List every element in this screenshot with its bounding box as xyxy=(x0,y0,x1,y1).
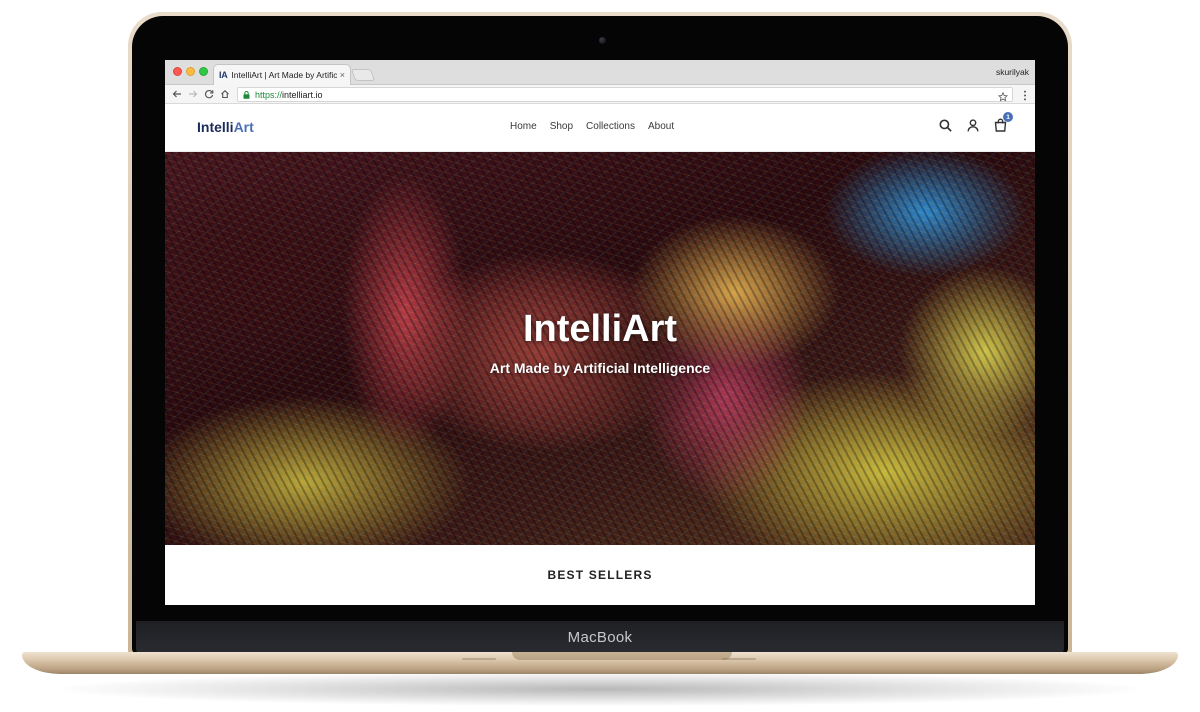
logo-part-1: Intelli xyxy=(197,119,234,135)
main-nav: Home Shop Collections About xyxy=(510,121,674,132)
cart-count-badge: 1 xyxy=(1003,112,1013,122)
laptop-shadow xyxy=(60,672,1140,706)
address-bar[interactable]: https:// intelliart.io xyxy=(237,87,1013,102)
window-minimize-button[interactable] xyxy=(186,67,195,76)
browser-tabstrip: IA IntelliArt | Art Made by Artificial I… xyxy=(165,60,1035,85)
laptop-chin: MacBook xyxy=(136,621,1064,653)
header-icons: 1 xyxy=(939,112,1013,132)
lock-icon xyxy=(243,90,250,99)
favicon-icon: IA xyxy=(219,70,228,80)
nav-link-about[interactable]: About xyxy=(648,121,674,132)
laptop-vent xyxy=(462,658,496,660)
site-header: IntelliArt Home Shop Collections About 1 xyxy=(165,104,1035,152)
search-icon[interactable] xyxy=(939,119,952,132)
new-tab-button[interactable] xyxy=(350,69,376,81)
browser-profile-name[interactable]: skurilyak xyxy=(996,67,1029,77)
forward-icon[interactable] xyxy=(186,87,200,101)
laptop-base xyxy=(22,652,1178,674)
browser-tab-active[interactable]: IA IntelliArt | Art Made by Artificial I… xyxy=(213,64,351,85)
hero-title: IntelliArt xyxy=(522,308,678,350)
back-icon[interactable] xyxy=(170,87,184,101)
url-host: intelliart.io xyxy=(282,89,323,100)
nav-link-home[interactable]: Home xyxy=(510,121,537,132)
url-protocol: https:// xyxy=(255,89,283,100)
site-logo[interactable]: IntelliArt xyxy=(197,119,254,135)
browser-toolbar: https:// intelliart.io xyxy=(165,85,1035,104)
nav-link-collections[interactable]: Collections xyxy=(586,121,635,132)
reload-icon[interactable] xyxy=(202,87,216,101)
device-brand-label: MacBook xyxy=(567,628,633,646)
window-close-button[interactable] xyxy=(173,67,182,76)
home-icon[interactable] xyxy=(218,87,232,101)
tab-close-icon[interactable]: × xyxy=(340,70,345,80)
nav-link-shop[interactable]: Shop xyxy=(550,121,573,132)
tab-title: IntelliArt | Art Made by Artificial Inte… xyxy=(231,70,337,80)
screen: IA IntelliArt | Art Made by Artificial I… xyxy=(165,60,1035,605)
laptop-vent xyxy=(722,658,756,660)
laptop-notch xyxy=(512,652,732,660)
best-sellers-heading: BEST SELLERS xyxy=(547,568,653,582)
window-zoom-button[interactable] xyxy=(199,67,208,76)
hero-banner: IntelliArt Art Made by Artificial Intell… xyxy=(165,152,1035,545)
camera-icon xyxy=(599,37,606,44)
cart-button[interactable]: 1 xyxy=(994,112,1013,132)
hero-subtitle: Art Made by Artificial Intelligence xyxy=(489,360,711,376)
logo-part-2: Art xyxy=(233,119,254,135)
account-icon[interactable] xyxy=(967,118,979,132)
